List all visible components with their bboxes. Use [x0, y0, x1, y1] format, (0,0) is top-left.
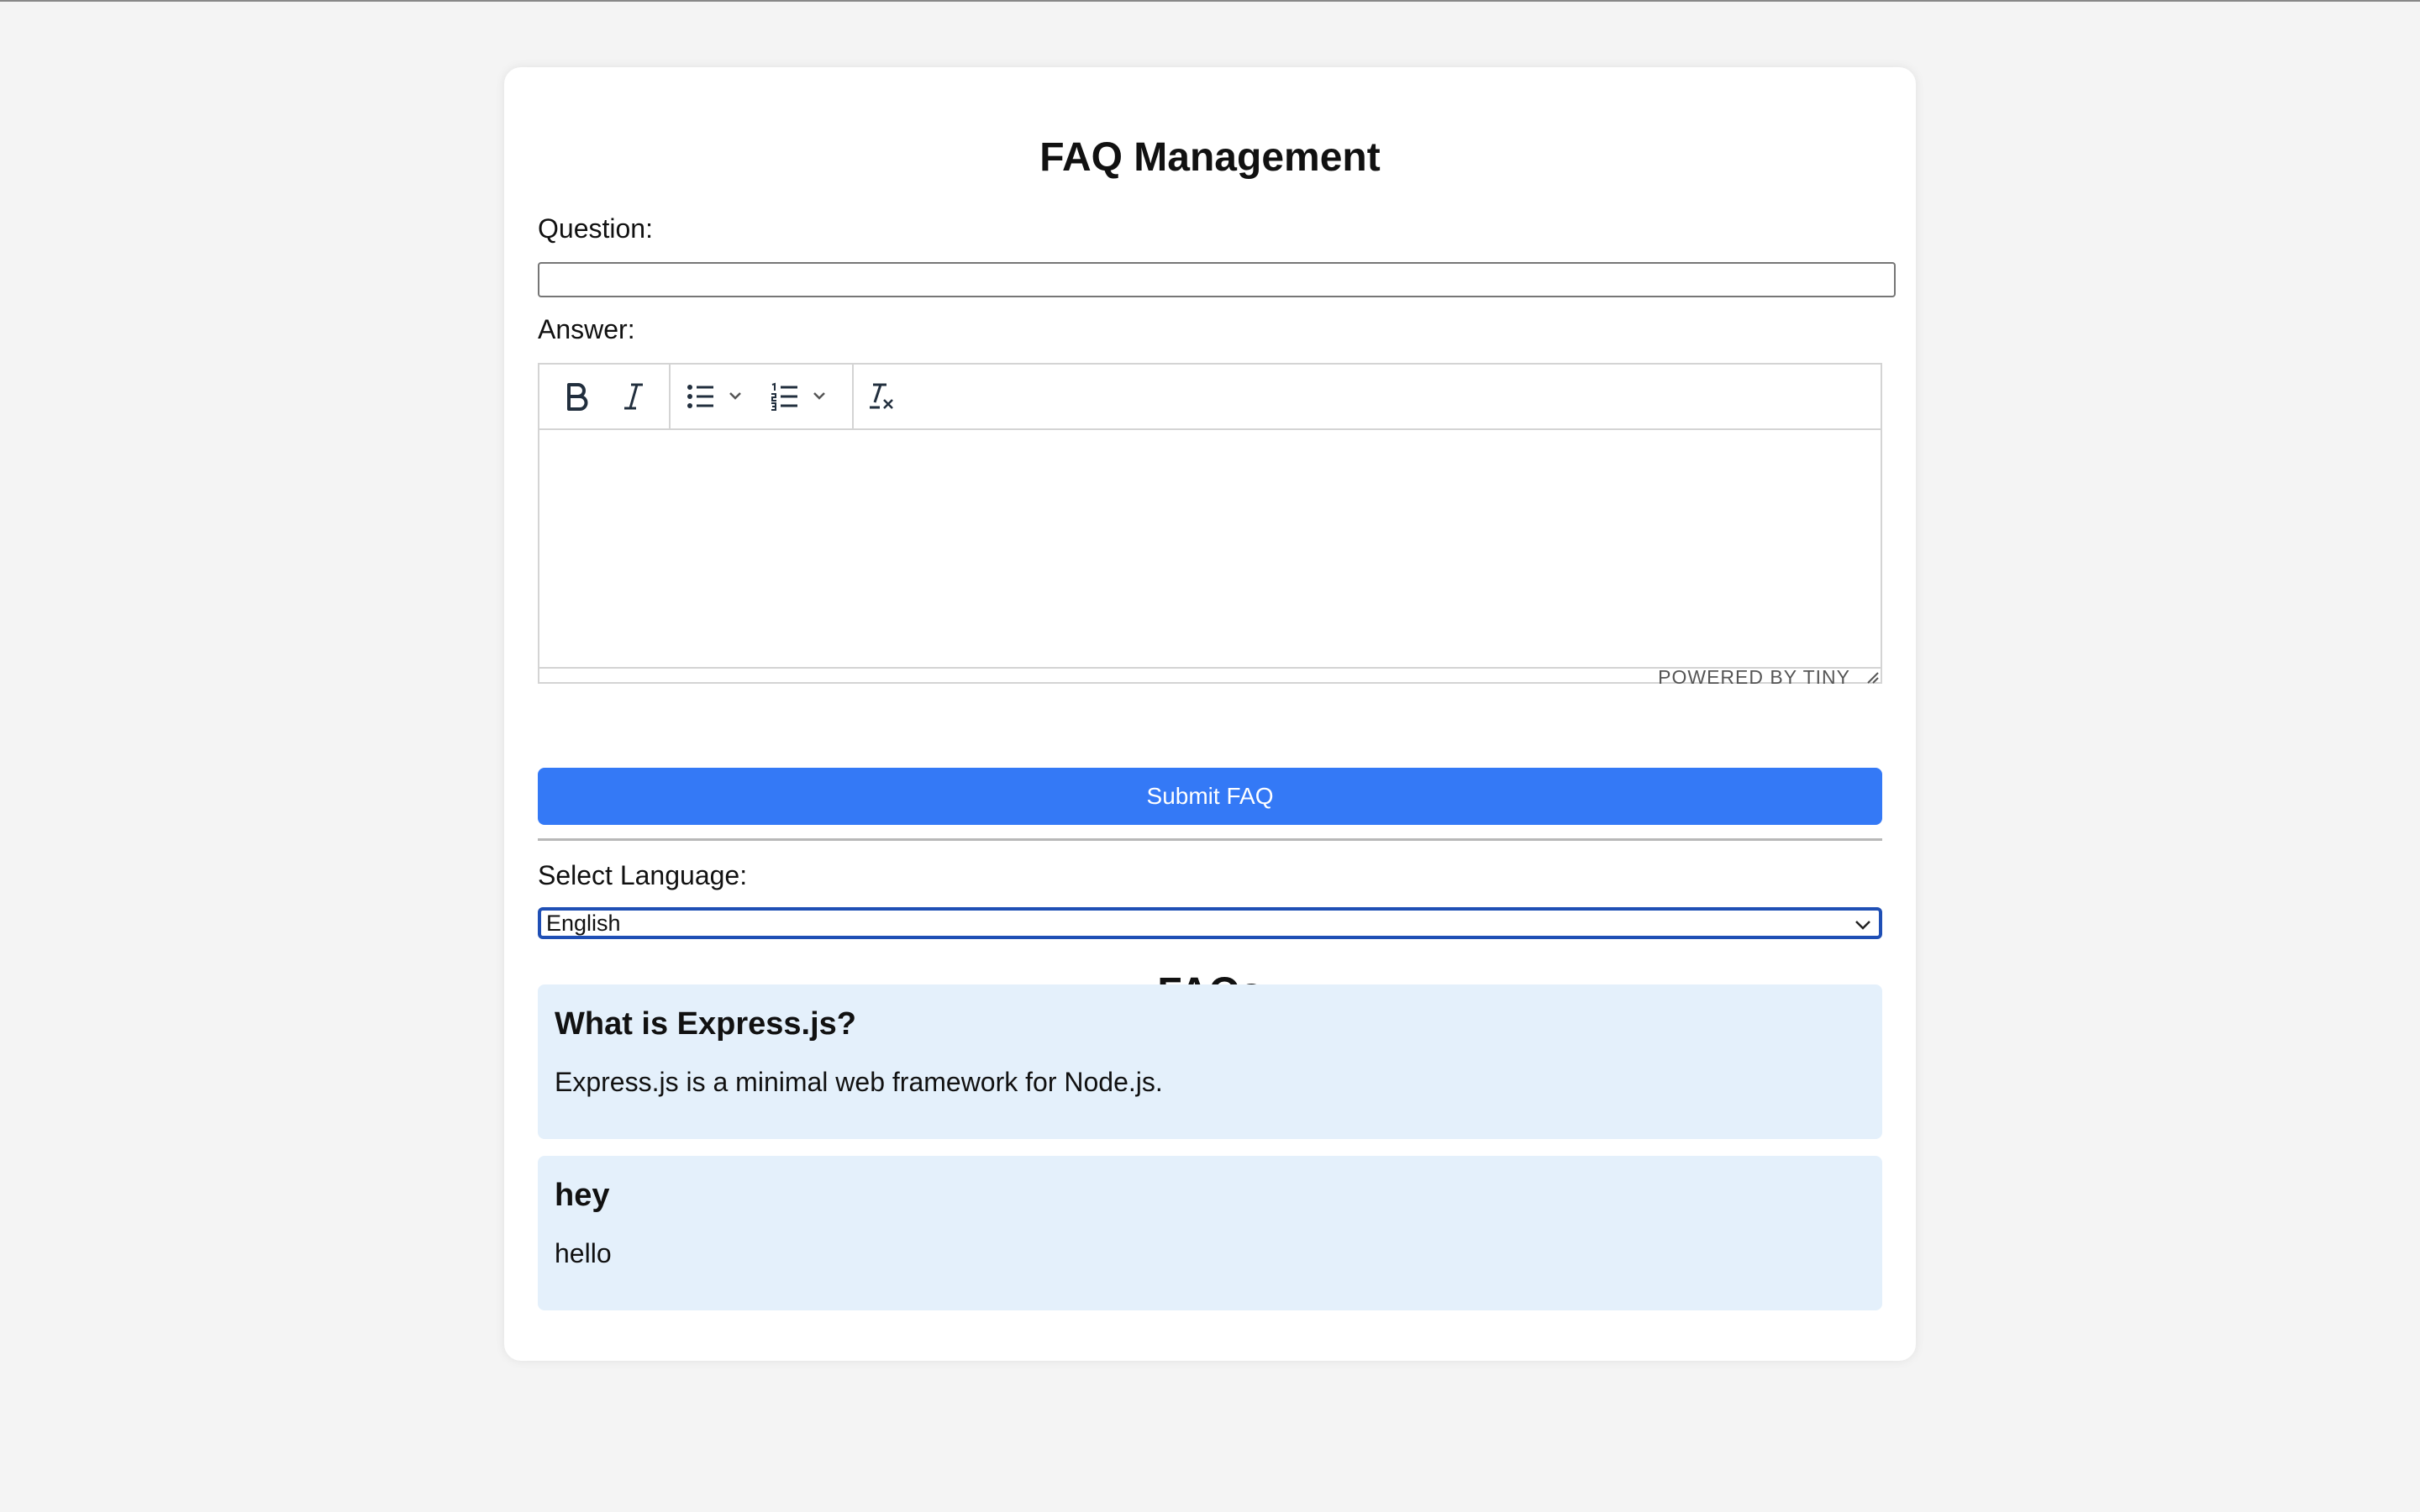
toolbar-group-clear [852, 365, 911, 428]
toolbar-group-lists [669, 365, 854, 428]
chevron-down-icon [1854, 914, 1872, 939]
answer-label: Answer: [538, 314, 635, 344]
bold-icon[interactable] [556, 376, 597, 417]
italic-icon[interactable] [613, 376, 654, 417]
language-selected-value: English [546, 911, 621, 936]
resize-handle-icon[interactable] [1864, 669, 1879, 684]
powered-by-tiny-link[interactable]: POWERED BY TINY [1658, 667, 1850, 687]
editor-toolbar [539, 365, 1881, 430]
faq-question: hey [555, 1178, 610, 1213]
question-label: Question: [538, 213, 653, 244]
submit-faq-button[interactable]: Submit FAQ [538, 768, 1882, 825]
faq-answer: hello [555, 1238, 612, 1268]
faq-question: What is Express.js? [555, 1006, 857, 1042]
editor-statusbar: POWERED BY TINY [539, 667, 1881, 687]
select-language-label: Select Language: [538, 860, 748, 890]
question-input[interactable] [538, 262, 1896, 297]
editor-content-area[interactable] [539, 430, 1881, 667]
page-title: FAQ Management [1039, 135, 1381, 180]
clear-formatting-icon[interactable] [860, 376, 901, 417]
section-divider [538, 838, 1882, 841]
toolbar-group-formatting [539, 365, 671, 428]
numbered-list-icon[interactable] [768, 376, 829, 417]
faq-item: hey hello [538, 1156, 1882, 1310]
bullet-list-icon[interactable] [684, 376, 744, 417]
faq-item: What is Express.js? Express.js is a mini… [538, 984, 1882, 1139]
faq-management-card: FAQ Management Question: Answer: POWERED… [504, 67, 1916, 1361]
faq-answer: Express.js is a minimal web framework fo… [555, 1067, 1163, 1097]
window-top-border [0, 0, 2420, 2]
language-select[interactable]: English [538, 907, 1882, 939]
answer-rich-text-editor: POWERED BY TINY [538, 363, 1882, 687]
